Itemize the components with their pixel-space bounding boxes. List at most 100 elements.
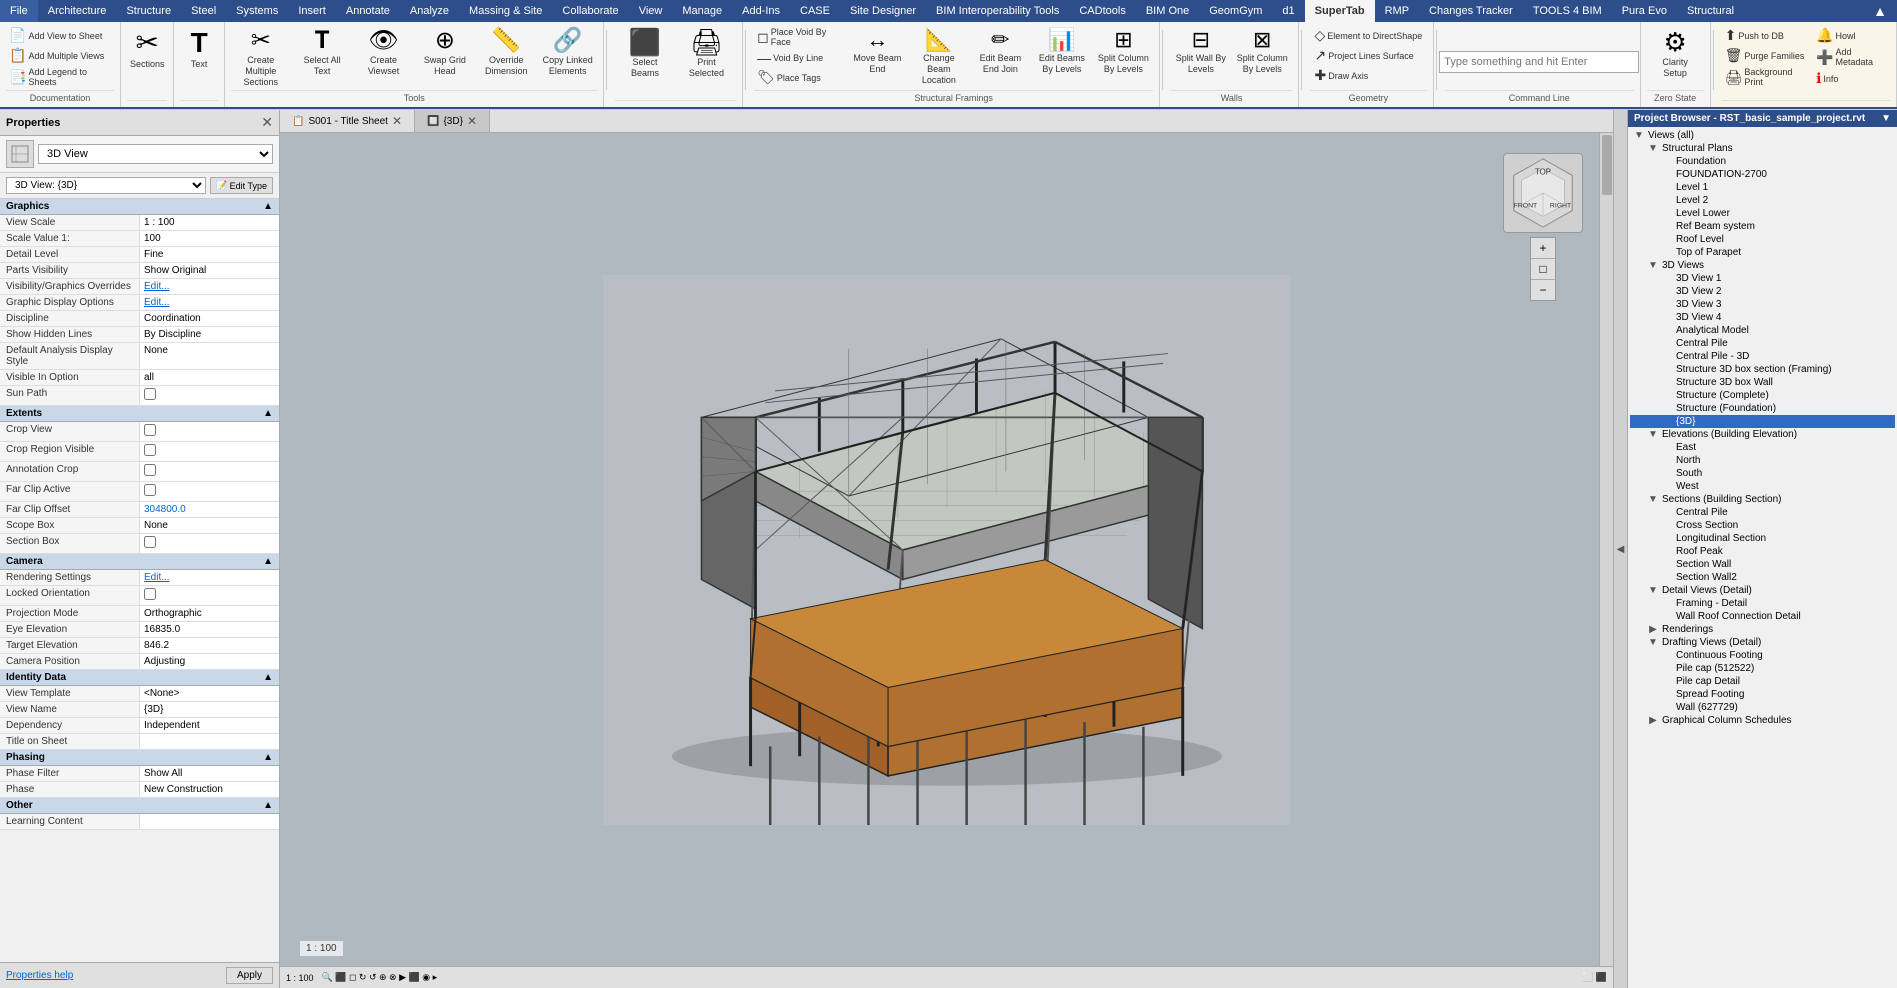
element-to-directshape-btn[interactable]: ◇ Element to DirectShape <box>1311 26 1425 45</box>
toggle-graphical-column[interactable]: ▶ <box>1646 715 1660 726</box>
tab-view[interactable]: View <box>629 0 673 22</box>
extents-section-header[interactable]: Extents▲ <box>0 406 279 422</box>
view-cube[interactable]: TOP FRONT RIGHT <box>1503 153 1583 233</box>
tree-top-parapet[interactable]: Top of Parapet <box>1630 246 1895 259</box>
zoom-in-btn[interactable]: + <box>1531 238 1554 259</box>
tab-collaborate[interactable]: Collaborate <box>552 0 628 22</box>
tab-analyze[interactable]: Analyze <box>400 0 459 22</box>
3d-tab-close-btn[interactable]: ✕ <box>467 114 477 128</box>
tree-pile-cap-512[interactable]: Pile cap (512522) <box>1630 662 1895 675</box>
background-print-btn[interactable]: 🖨 Background Print <box>1722 66 1811 88</box>
sun-path-checkbox[interactable] <box>144 388 156 400</box>
copy-linked-btn[interactable]: 🔗 Copy Linked Elements <box>538 26 597 80</box>
tab-d1[interactable]: d1 <box>1272 0 1304 22</box>
tab-addins[interactable]: Add-Ins <box>732 0 790 22</box>
toggle-structural-plans[interactable]: ▼ <box>1646 143 1660 154</box>
tree-wall-627[interactable]: Wall (627729) <box>1630 701 1895 714</box>
type-dropdown[interactable]: 3D View <box>38 144 273 164</box>
add-metadata-btn[interactable]: ➕ Add Metadata <box>1813 46 1890 68</box>
tree-section-wall2[interactable]: Section Wall2 <box>1630 571 1895 584</box>
tab-structure[interactable]: Structure <box>116 0 181 22</box>
tab-3d[interactable]: 🔲 {3D} ✕ <box>415 110 490 132</box>
void-by-line-btn[interactable]: — Void By Line <box>754 49 845 67</box>
tree-wall-roof-connection[interactable]: Wall Roof Connection Detail <box>1630 610 1895 623</box>
print-selected-btn[interactable]: 🖨 Print Selected <box>677 26 736 82</box>
text-btn[interactable]: T Text <box>179 26 219 73</box>
tree-analytical-model[interactable]: Analytical Model <box>1630 324 1895 337</box>
crop-view-checkbox[interactable] <box>144 424 156 436</box>
view-canvas[interactable]: TOP FRONT RIGHT + □ − <box>280 133 1613 966</box>
tree-central-pile[interactable]: Central Pile <box>1630 337 1895 350</box>
add-multiple-views-btn[interactable]: 📋 Add Multiple Views <box>6 46 114 65</box>
tree-foundation-2700[interactable]: FOUNDATION-2700 <box>1630 168 1895 181</box>
toggle-renderings[interactable]: ▶ <box>1646 624 1660 635</box>
tree-structure-foundation[interactable]: Structure (Foundation) <box>1630 402 1895 415</box>
place-tags-btn[interactable]: 🏷 Place Tags <box>754 68 845 87</box>
tree-structure-framing[interactable]: Structure 3D box section (Framing) <box>1630 363 1895 376</box>
tree-3dview4[interactable]: 3D View 4 <box>1630 311 1895 324</box>
tree-continuous-footing[interactable]: Continuous Footing <box>1630 649 1895 662</box>
tab-systems[interactable]: Systems <box>226 0 288 22</box>
draw-axis-btn[interactable]: ✚ Draw Axis <box>1311 66 1425 85</box>
properties-close-btn[interactable]: ✕ <box>261 114 273 131</box>
tree-north[interactable]: North <box>1630 454 1895 467</box>
graphics-section-header[interactable]: Graphics▲ <box>0 199 279 215</box>
toggle-views-all[interactable]: ▼ <box>1632 130 1646 141</box>
tab-file[interactable]: File <box>0 0 38 22</box>
tree-3d-current[interactable]: {3D} <box>1630 415 1895 428</box>
add-view-to-sheet-btn[interactable]: 📄 Add View to Sheet <box>6 26 114 45</box>
change-beam-location-btn[interactable]: 📐 Change Beam Location <box>909 26 969 88</box>
apply-btn[interactable]: Apply <box>226 967 273 984</box>
tab-cadtools[interactable]: CADtools <box>1069 0 1135 22</box>
tree-views-all[interactable]: ▼ Views (all) <box>1630 129 1895 142</box>
select-all-text-btn[interactable]: 𝐓 Select All Text <box>292 26 351 80</box>
tab-pura-evo[interactable]: Pura Evo <box>1612 0 1677 22</box>
tree-sections[interactable]: ▼ Sections (Building Section) <box>1630 493 1895 506</box>
toggle-sections[interactable]: ▼ <box>1646 494 1660 505</box>
override-dimension-btn[interactable]: 📏 Override Dimension <box>477 26 536 80</box>
tab-changes-tracker[interactable]: Changes Tracker <box>1419 0 1523 22</box>
tree-3dview2[interactable]: 3D View 2 <box>1630 285 1895 298</box>
howl-btn[interactable]: 🔔 Howl <box>1813 26 1890 45</box>
toggle-elevations[interactable]: ▼ <box>1646 429 1660 440</box>
scroll-thumb[interactable] <box>1602 135 1612 195</box>
create-viewset-btn[interactable]: 👁 Create Viewset <box>354 26 413 80</box>
zoom-fit-btn[interactable]: □ <box>1531 259 1554 280</box>
title-sheet-close-btn[interactable]: ✕ <box>392 114 402 128</box>
other-section-header[interactable]: Other▲ <box>0 798 279 814</box>
push-to-db-btn[interactable]: ⬆ Push to DB <box>1722 26 1811 45</box>
locked-orient-checkbox[interactable] <box>144 588 156 600</box>
move-beam-end-btn[interactable]: ↔ Move Beam End <box>848 26 908 78</box>
tab-steel[interactable]: Steel <box>181 0 226 22</box>
tree-structural-plans[interactable]: ▼ Structural Plans <box>1630 142 1895 155</box>
collapse-panel-btn[interactable]: ◀ <box>1613 110 1627 988</box>
tree-west[interactable]: West <box>1630 480 1895 493</box>
edit-type-btn[interactable]: 📝 Edit Type <box>210 177 273 194</box>
tree-elevations[interactable]: ▼ Elevations (Building Elevation) <box>1630 428 1895 441</box>
tree-structure-wall[interactable]: Structure 3D box Wall <box>1630 376 1895 389</box>
sections-btn[interactable]: ✂ Sections <box>126 26 169 73</box>
vertical-scrollbar[interactable] <box>1599 133 1613 966</box>
tree-spread-footing[interactable]: Spread Footing <box>1630 688 1895 701</box>
tree-level2[interactable]: Level 2 <box>1630 194 1895 207</box>
tree-roof-peak[interactable]: Roof Peak <box>1630 545 1895 558</box>
add-legend-btn[interactable]: 📑 Add Legend to Sheets <box>6 66 114 88</box>
tree-graphical-column[interactable]: ▶ Graphical Column Schedules <box>1630 714 1895 727</box>
command-line-input[interactable] <box>1439 51 1639 73</box>
tree-renderings[interactable]: ▶ Renderings <box>1630 623 1895 636</box>
project-lines-surface-btn[interactable]: ↗ Project Lines Surface <box>1311 46 1425 65</box>
camera-section-header[interactable]: Camera▲ <box>0 554 279 570</box>
tab-structural[interactable]: Structural <box>1677 0 1744 22</box>
tree-central-pile-sec[interactable]: Central Pile <box>1630 506 1895 519</box>
tree-3d-views[interactable]: ▼ 3D Views <box>1630 259 1895 272</box>
view-dropdown[interactable]: 3D View: {3D} <box>6 177 206 194</box>
split-wall-levels-btn[interactable]: ⊟ Split Wall By Levels <box>1171 26 1230 78</box>
tree-level-lower[interactable]: Level Lower <box>1630 207 1895 220</box>
place-void-face-btn[interactable]: ◻ Place Void By Face <box>754 26 845 48</box>
tab-rmp[interactable]: RMP <box>1375 0 1419 22</box>
tab-geomgym[interactable]: GeomGym <box>1199 0 1272 22</box>
tab-annotate[interactable]: Annotate <box>336 0 400 22</box>
tree-level1[interactable]: Level 1 <box>1630 181 1895 194</box>
tab-bimone[interactable]: BIM One <box>1136 0 1199 22</box>
toggle-drafting-views[interactable]: ▼ <box>1646 637 1660 648</box>
